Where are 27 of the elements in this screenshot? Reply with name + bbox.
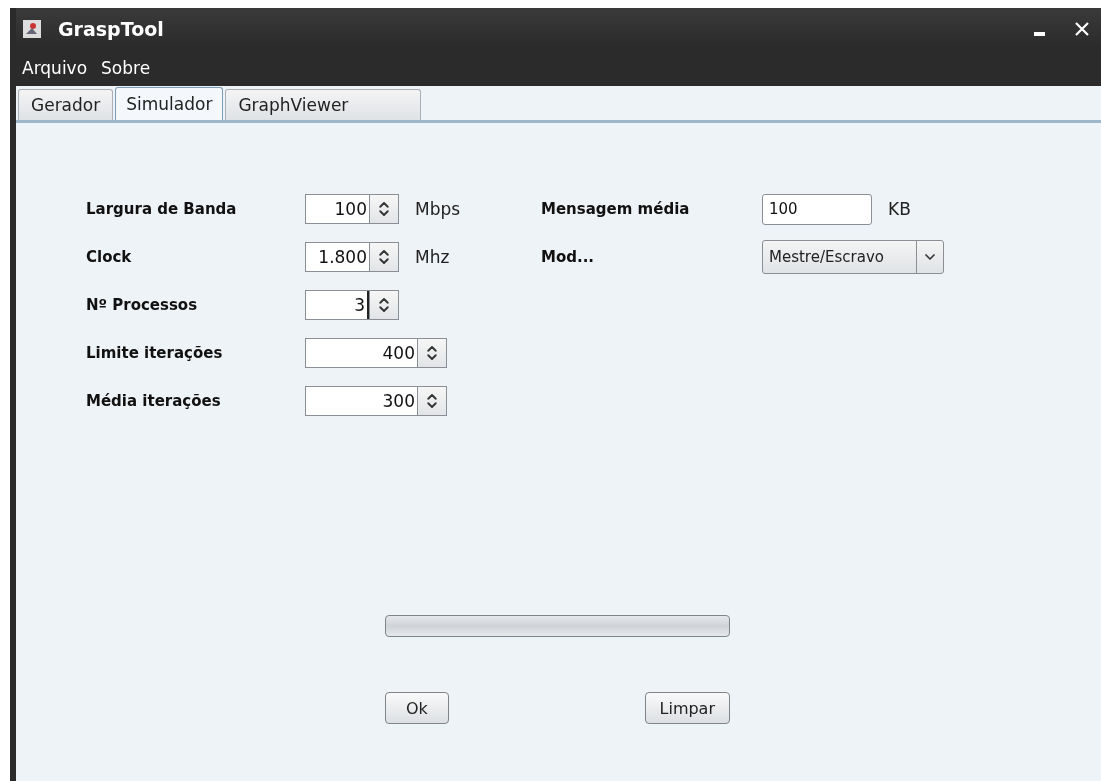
field-label: Largura de Banda — [86, 200, 237, 218]
tab[interactable]: Gerador — [18, 89, 114, 120]
tab[interactable]: GraphViewer — [225, 89, 422, 120]
field-label: Nº Processos — [86, 296, 198, 314]
window-title: GraspTool — [58, 18, 165, 40]
input-field[interactable]: 100 — [762, 193, 872, 225]
spinner-field[interactable]: 1.800 — [305, 242, 399, 272]
spinner-field[interactable]: 400 — [305, 338, 447, 368]
dropdown[interactable]: Mestre/Escravo — [762, 240, 944, 274]
close-icon[interactable] — [1073, 20, 1091, 38]
spinner-field[interactable]: 100 — [305, 194, 399, 224]
spinner-field[interactable]: 300 — [305, 386, 447, 416]
tab[interactable]: Simulador — [115, 87, 224, 120]
menu-item[interactable]: Sobre — [101, 58, 151, 78]
field-label: Mensagem média — [541, 200, 690, 218]
unit-label: Mbps — [415, 199, 461, 219]
field-label: Mod... — [541, 248, 595, 266]
field-label: Média iterações — [86, 392, 221, 410]
button[interactable]: Ok — [385, 692, 449, 724]
spinner-field[interactable]: 3 — [305, 290, 399, 320]
app-icon — [22, 19, 42, 39]
menu-item[interactable]: Arquivo — [22, 58, 88, 78]
unit-label: KB — [888, 199, 911, 219]
field-label: Limite iterações — [86, 344, 223, 362]
button[interactable]: Limpar — [644, 692, 730, 724]
field-label: Clock — [86, 248, 132, 266]
unit-label: Mhz — [415, 247, 450, 267]
